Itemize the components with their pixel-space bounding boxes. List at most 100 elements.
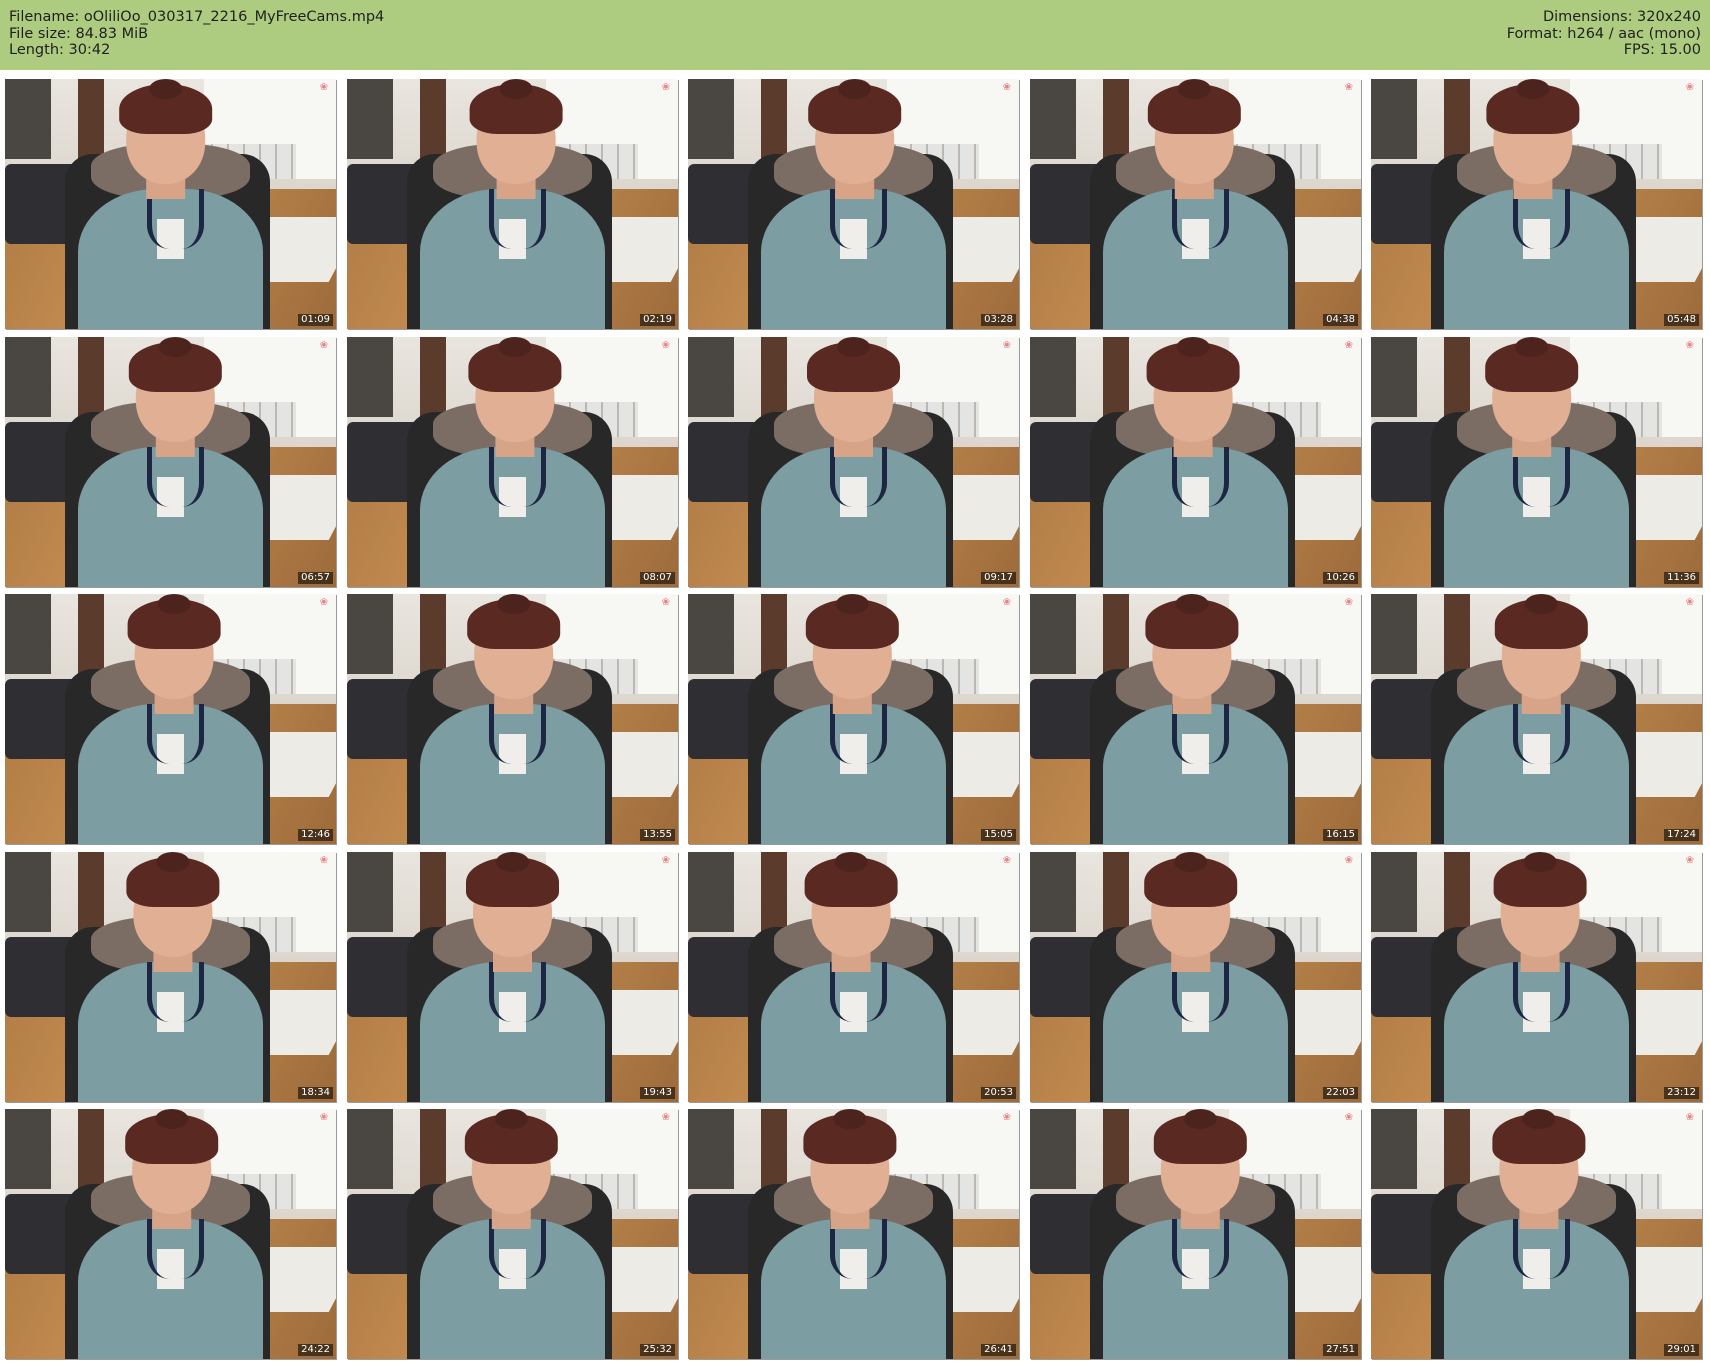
dimensions-label: Dimensions: 320x240 [1542,9,1701,25]
format-label: Format: h264 / aac (mono) [1506,25,1701,42]
thumbnail-timestamp: 04:38 [1323,314,1358,326]
thumbnail-timestamp: 20:53 [981,1087,1016,1099]
frame-image [688,1109,1019,1359]
video-thumbnail[interactable]: ❀ 08:07 [347,337,678,587]
watermark-logo: ❀ [661,340,670,351]
watermark-logo: ❀ [1002,340,1011,351]
frame-image [1371,79,1702,329]
watermark-logo: ❀ [1344,82,1353,93]
thumbnail-timestamp: 08:07 [640,572,675,584]
thumbnail-timestamp: 25:32 [640,1344,675,1356]
watermark-logo: ❀ [1002,597,1011,608]
video-thumbnail[interactable]: ❀ 11:36 [1371,337,1702,587]
frame-image [1030,79,1361,329]
watermark-logo: ❀ [1685,1112,1694,1123]
info-header: Filename: oOliliOo_030317_2216_MyFreeCam… [0,0,1710,70]
video-thumbnail[interactable]: ❀ 17:24 [1371,594,1702,844]
video-thumbnail[interactable]: ❀ 02:19 [347,79,678,329]
watermark-logo: ❀ [1685,597,1694,608]
watermark-logo: ❀ [661,597,670,608]
thumbnail-timestamp: 24:22 [298,1344,333,1356]
thumbnail-timestamp: 29:01 [1664,1344,1699,1356]
watermark-logo: ❀ [1344,1112,1353,1123]
video-thumbnail[interactable]: ❀ 20:53 [688,852,1019,1102]
thumbnail-timestamp: 23:12 [1664,1087,1699,1099]
watermark-logo: ❀ [319,597,328,608]
frame-image [1030,1109,1361,1359]
watermark-logo: ❀ [319,1112,328,1123]
video-thumbnail[interactable]: ❀ 04:38 [1030,79,1361,329]
thumbnail-timestamp: 16:15 [1323,829,1358,841]
frame-image [1371,594,1702,844]
frame-image [1030,337,1361,587]
video-thumbnail[interactable]: ❀ 05:48 [1371,79,1702,329]
video-thumbnail[interactable]: ❀ 23:12 [1371,852,1702,1102]
video-thumbnail[interactable]: ❀ 16:15 [1030,594,1361,844]
frame-image [1030,594,1361,844]
video-thumbnail[interactable]: ❀ 27:51 [1030,1109,1361,1359]
video-thumbnail[interactable]: ❀ 09:17 [688,337,1019,587]
frame-image [688,337,1019,587]
video-thumbnail[interactable]: ❀ 18:34 [5,852,336,1102]
watermark-logo: ❀ [319,855,328,866]
watermark-logo: ❀ [1002,855,1011,866]
watermark-logo: ❀ [1685,855,1694,866]
frame-image [5,594,336,844]
frame-image [5,337,336,587]
video-thumbnail[interactable]: ❀ 24:22 [5,1109,336,1359]
video-thumbnail[interactable]: ❀ 15:05 [688,594,1019,844]
fps-label: FPS: 15.00 [1623,42,1701,58]
watermark-logo: ❀ [1344,340,1353,351]
thumbnail-timestamp: 05:48 [1664,314,1699,326]
watermark-logo: ❀ [1685,340,1694,351]
frame-image [347,337,678,587]
thumbnail-timestamp: 15:05 [981,829,1016,841]
file-size-label: File size: 84.83 MiB [9,25,149,42]
frame-image [1030,852,1361,1102]
thumbnail-timestamp: 03:28 [981,314,1016,326]
thumbnail-timestamp: 06:57 [298,572,333,584]
video-thumbnail[interactable]: ❀ 22:03 [1030,852,1361,1102]
frame-image [347,1109,678,1359]
video-thumbnail[interactable]: ❀ 01:09 [5,79,336,329]
video-thumbnail[interactable]: ❀ 25:32 [347,1109,678,1359]
thumbnail-timestamp: 27:51 [1323,1344,1358,1356]
frame-image [347,852,678,1102]
watermark-logo: ❀ [1344,597,1353,608]
thumbnail-timestamp: 09:17 [981,572,1016,584]
frame-image [688,79,1019,329]
watermark-logo: ❀ [1002,1112,1011,1123]
frame-image [688,852,1019,1102]
frame-image [1371,1109,1702,1359]
frame-image [347,594,678,844]
watermark-logo: ❀ [319,340,328,351]
frame-image [347,79,678,329]
file-meta-right: Dimensions: 320x240 Format: h264 / aac (… [1507,9,1701,59]
frame-image [1371,337,1702,587]
video-thumbnail[interactable]: ❀ 06:57 [5,337,336,587]
watermark-logo: ❀ [661,855,670,866]
thumbnail-timestamp: 01:09 [298,314,333,326]
video-thumbnail[interactable]: ❀ 29:01 [1371,1109,1702,1359]
video-thumbnail[interactable]: ❀ 12:46 [5,594,336,844]
video-thumbnail[interactable]: ❀ 03:28 [688,79,1019,329]
frame-image [1371,852,1702,1102]
filename-label: Filename: oOliliOo_030317_2216_MyFreeCam… [9,9,385,25]
watermark-logo: ❀ [661,1112,670,1123]
thumbnail-timestamp: 12:46 [298,829,333,841]
video-thumbnail[interactable]: ❀ 10:26 [1030,337,1361,587]
video-thumbnail[interactable]: ❀ 19:43 [347,852,678,1102]
watermark-logo: ❀ [1344,855,1353,866]
file-meta-left: Filename: oOliliOo_030317_2216_MyFreeCam… [9,9,384,59]
watermark-logo: ❀ [1002,82,1011,93]
thumbnail-timestamp: 18:34 [298,1087,333,1099]
frame-image [5,79,336,329]
thumbnail-timestamp: 26:41 [981,1344,1016,1356]
thumbnail-timestamp: 11:36 [1664,572,1699,584]
video-thumbnail[interactable]: ❀ 26:41 [688,1109,1019,1359]
thumbnail-timestamp: 10:26 [1323,572,1358,584]
thumbnail-timestamp: 13:55 [640,829,675,841]
thumbnail-timestamp: 19:43 [640,1087,675,1099]
video-thumbnail[interactable]: ❀ 13:55 [347,594,678,844]
length-label: Length: 30:42 [9,42,111,58]
